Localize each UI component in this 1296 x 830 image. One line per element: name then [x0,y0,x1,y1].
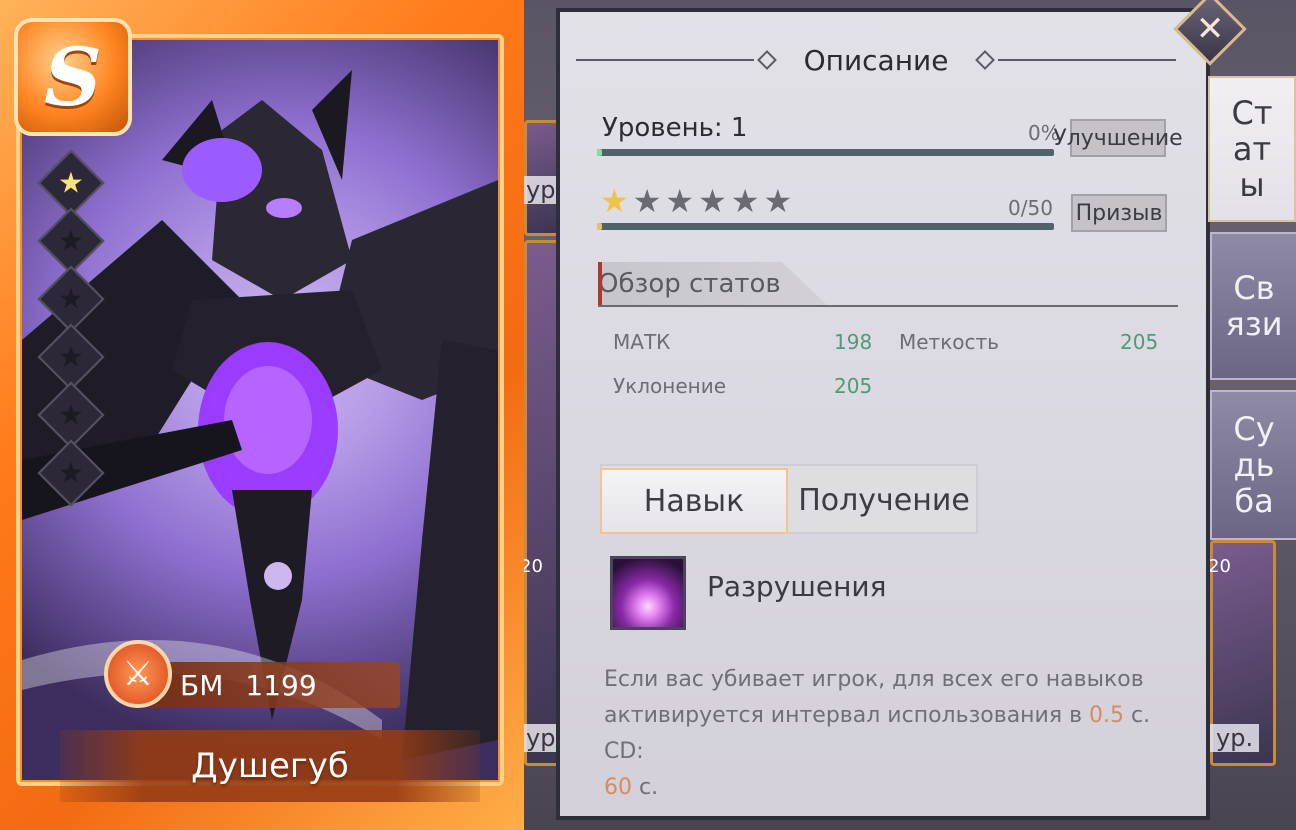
tab-obtain[interactable]: Получение [790,468,978,532]
hero-star-column: ★ ★ ★ ★ ★ ★ [37,149,108,507]
background-card [524,240,560,766]
battle-power-label: БМ [180,668,224,702]
hero-name: Душегуб [191,746,349,786]
summon-button-label: Призыв [1075,200,1163,226]
battle-power-bar: БМ 1199 [150,662,400,708]
skill-desc-text: Если вас убивает игрок, для всех его нав… [604,667,1144,728]
skill-desc-text: с. [632,775,659,800]
level-label: Уровень: 1 [602,113,748,143]
panel-title: Описание [803,43,949,77]
battle-power-value: 1199 [245,668,317,702]
tab-bonds[interactable]: Св язи [1210,232,1296,380]
tab-bonds-label: Св язи [1225,269,1283,343]
skill-name: Разрушения [707,570,887,603]
star-icon: ★ [730,182,760,220]
purple-burst-skill-icon[interactable] [610,556,686,630]
level-progress-bar [597,149,1054,156]
header-ornament [975,50,996,70]
tab-skill[interactable]: Навык [600,468,788,534]
skill-desc-highlight: 60 [604,775,632,800]
header-divider [576,59,754,61]
stat-name: МАТК [613,330,671,354]
shard-count: 0/50 [1008,196,1053,220]
stats-section-divider [598,305,1178,307]
star-icon: ★ [632,182,662,220]
tab-stats[interactable]: Ст ат ы [1208,76,1296,222]
star-icon: ★ [600,182,629,220]
stat-value: 205 [834,374,873,398]
panel-header: Описание [576,42,1177,78]
background-level-label: ур. [1210,724,1260,752]
shard-progress-bar [597,223,1054,230]
close-x-icon: ✕ [1173,0,1247,66]
level-progress-fill [597,149,602,156]
header-divider [998,59,1177,61]
upgrade-button[interactable]: Улучшение [1053,119,1183,157]
summon-button[interactable]: Призыв [1071,194,1167,232]
tab-fate[interactable]: Су дь ба [1210,390,1296,540]
stats-section-title: Обзор статов [598,269,781,299]
skill-desc-highlight: 0.5 [1089,703,1125,728]
tab-fate-label: Су дь ба [1233,410,1275,520]
star-icon: ★ [698,182,727,220]
star-icon: ★ [665,182,695,220]
upgrade-button-label: Улучшение [1053,125,1183,151]
rarity-badge: S [14,18,132,136]
skill-description: Если вас убивает игрок, для всех его нав… [604,662,1174,806]
crossed-swords-icon: ⚔ [104,640,172,708]
stat-name: Уклонение [613,374,727,398]
shard-progress-fill [597,223,602,230]
star-icon: ★ [763,182,793,220]
tab-stats-label: Ст ат ы [1231,94,1273,204]
hero-card[interactable]: S ★ ★ ★ ★ ★ ★ БМ 1199 ⚔ Душегуб [0,0,524,830]
stat-name: Меткость [899,330,999,354]
star-icon: ★ [37,439,105,507]
stats-section-accent [598,262,602,306]
hero-name-plate: Душегуб [60,730,480,802]
close-button[interactable]: ✕ [1172,0,1248,66]
rarity-letter: S [44,30,102,124]
star-rating: ★ ★ ★ ★ ★ ★ [600,184,792,218]
stat-value: 198 [834,330,873,354]
stat-value: 205 [1120,330,1159,354]
background-number: 20 [1208,556,1231,577]
header-ornament [756,50,777,70]
